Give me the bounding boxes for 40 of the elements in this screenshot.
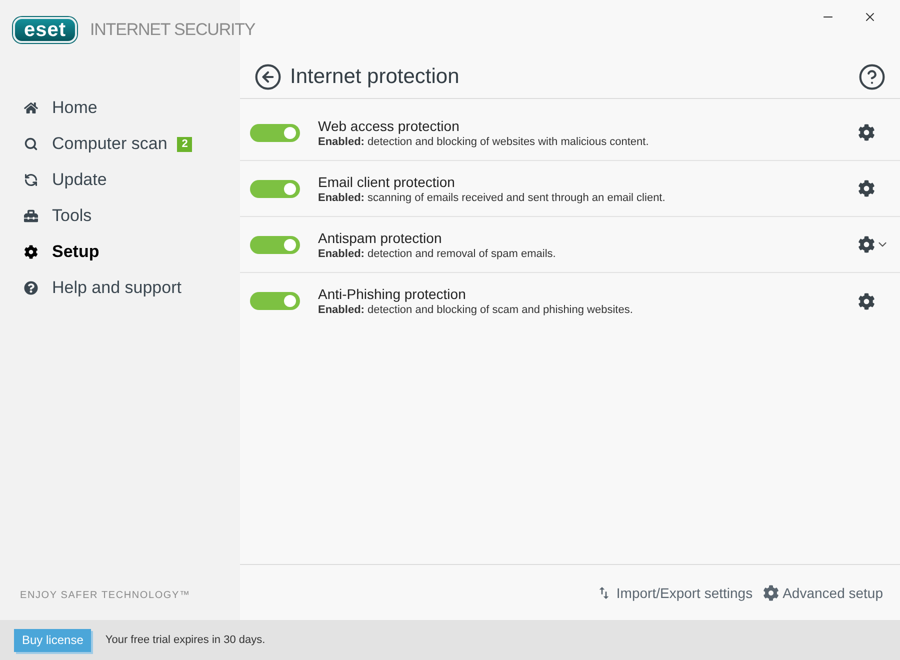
tagline: ENJOY SAFER TECHNOLOGY™ — [20, 590, 190, 601]
settings-icon — [762, 584, 779, 600]
module-title: Antispam protection — [318, 230, 443, 246]
help-button[interactable] — [858, 62, 886, 90]
sidebar-item[interactable]: Computer scan — [24, 134, 168, 154]
sidebar-item[interactable]: Home — [24, 98, 98, 118]
settings-icon — [24, 245, 38, 259]
brand-logo: eset — [13, 17, 77, 43]
help-icon — [24, 281, 38, 295]
settings-icon[interactable] — [858, 124, 875, 141]
module-description: Enabled: scanning of emails received and sent through an email client. — [318, 192, 666, 204]
settings-icon[interactable] — [858, 292, 875, 310]
count-badge: 2 — [177, 136, 192, 152]
module-title: Web access protection — [318, 118, 460, 134]
module-description: Enabled: detection and removal of spam emails. — [318, 248, 556, 260]
settings-icon[interactable] — [858, 236, 875, 253]
toggle-switch[interactable] — [250, 292, 300, 310]
settings-icon[interactable] — [858, 180, 875, 197]
sidebar-item[interactable]: Tools — [24, 206, 92, 226]
trial-message: Your free trial expires in 30 days. — [105, 634, 266, 646]
sidebar-item[interactable]: Setup — [24, 242, 100, 262]
home-icon — [24, 101, 38, 115]
toggle-switch[interactable] — [250, 124, 300, 142]
product-name: INTERNET SECURITY — [90, 20, 256, 40]
toggle-switch[interactable] — [250, 236, 300, 254]
sidebar-item[interactable]: Update — [24, 170, 107, 190]
page-title: Internet protection — [290, 64, 460, 88]
search-icon — [24, 137, 38, 151]
footer-link[interactable]: Advanced setup — [762, 584, 883, 600]
module-description: Enabled: detection and blocking of websites with malicious content. — [318, 136, 649, 148]
module-title: Email client protection — [318, 174, 456, 190]
toolbox-icon — [24, 209, 38, 223]
module-title: Anti-Phishing protection — [318, 286, 467, 302]
close-icon[interactable] — [863, 10, 877, 24]
module-description: Enabled: detection and blocking of scam and phishing websites. — [318, 304, 633, 316]
sidebar-item[interactable]: Help and support — [24, 278, 182, 298]
toggle-switch[interactable] — [250, 180, 300, 198]
footer-link[interactable]: Import/Export settings — [596, 584, 753, 600]
refresh-icon — [24, 173, 38, 187]
back-button[interactable] — [254, 62, 282, 90]
